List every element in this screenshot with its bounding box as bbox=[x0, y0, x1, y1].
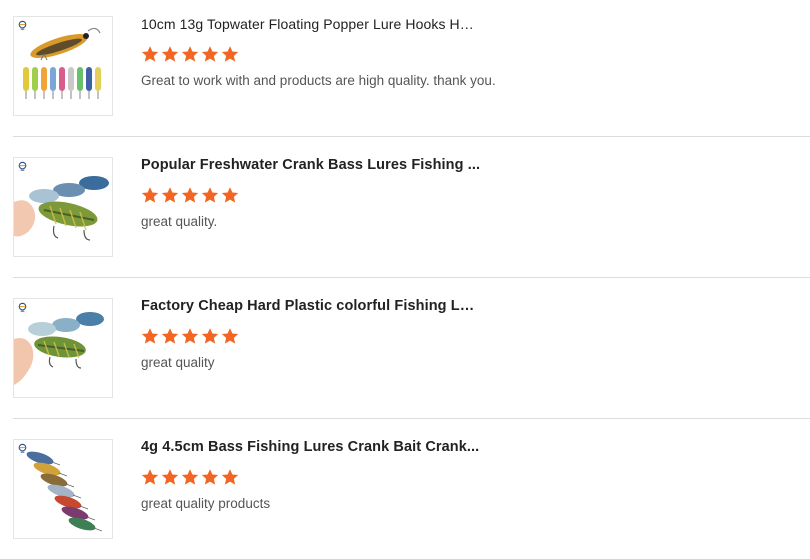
product-title-link[interactable]: 4g 4.5cm Bass Fishing Lures Crank Bait C… bbox=[141, 439, 481, 455]
star-rating bbox=[141, 468, 239, 486]
star-icon bbox=[181, 45, 199, 63]
star-rating bbox=[141, 45, 239, 63]
review-list: 10cm 13g Topwater Floating Popper Lure H… bbox=[0, 0, 810, 559]
star-icon bbox=[161, 186, 179, 204]
product-title-link[interactable]: Factory Cheap Hard Plastic colorful Fish… bbox=[141, 298, 481, 314]
star-icon bbox=[141, 45, 159, 63]
review-comment: great quality bbox=[141, 355, 215, 370]
star-icon bbox=[221, 45, 239, 63]
product-title-link[interactable]: 10cm 13g Topwater Floating Popper Lure H… bbox=[141, 16, 481, 32]
product-thumbnail[interactable] bbox=[13, 439, 113, 539]
star-icon bbox=[181, 186, 199, 204]
star-rating bbox=[141, 327, 239, 345]
star-icon bbox=[221, 186, 239, 204]
star-icon bbox=[161, 45, 179, 63]
crankbait-set-image bbox=[14, 440, 112, 538]
star-icon bbox=[201, 327, 219, 345]
crankbait-in-hand-image bbox=[14, 299, 112, 397]
star-icon bbox=[161, 468, 179, 486]
star-icon bbox=[221, 468, 239, 486]
star-icon bbox=[181, 327, 199, 345]
popper-lure-set-image bbox=[14, 17, 112, 115]
star-icon bbox=[221, 327, 239, 345]
star-icon bbox=[141, 327, 159, 345]
star-icon bbox=[141, 468, 159, 486]
review-item: 10cm 13g Topwater Floating Popper Lure H… bbox=[13, 16, 810, 116]
review-item: 4g 4.5cm Bass Fishing Lures Crank Bait C… bbox=[13, 439, 810, 539]
review-item: Popular Freshwater Crank Bass Lures Fish… bbox=[13, 157, 810, 257]
divider bbox=[13, 277, 810, 278]
divider bbox=[13, 418, 810, 419]
review-item: Factory Cheap Hard Plastic colorful Fish… bbox=[13, 298, 810, 398]
divider bbox=[13, 136, 810, 137]
star-icon bbox=[201, 468, 219, 486]
product-thumbnail[interactable] bbox=[13, 157, 113, 257]
star-icon bbox=[161, 327, 179, 345]
review-comment: great quality products bbox=[141, 496, 271, 511]
product-thumbnail[interactable] bbox=[13, 298, 113, 398]
star-icon bbox=[141, 186, 159, 204]
review-comment: Great to work with and products are high… bbox=[141, 73, 496, 88]
star-icon bbox=[201, 45, 219, 63]
star-rating bbox=[141, 186, 239, 204]
product-thumbnail[interactable] bbox=[13, 16, 113, 116]
product-title-link[interactable]: Popular Freshwater Crank Bass Lures Fish… bbox=[141, 157, 481, 173]
crankbait-in-hand-image bbox=[14, 158, 112, 256]
review-comment: great quality. bbox=[141, 214, 218, 229]
star-icon bbox=[181, 468, 199, 486]
star-icon bbox=[201, 186, 219, 204]
